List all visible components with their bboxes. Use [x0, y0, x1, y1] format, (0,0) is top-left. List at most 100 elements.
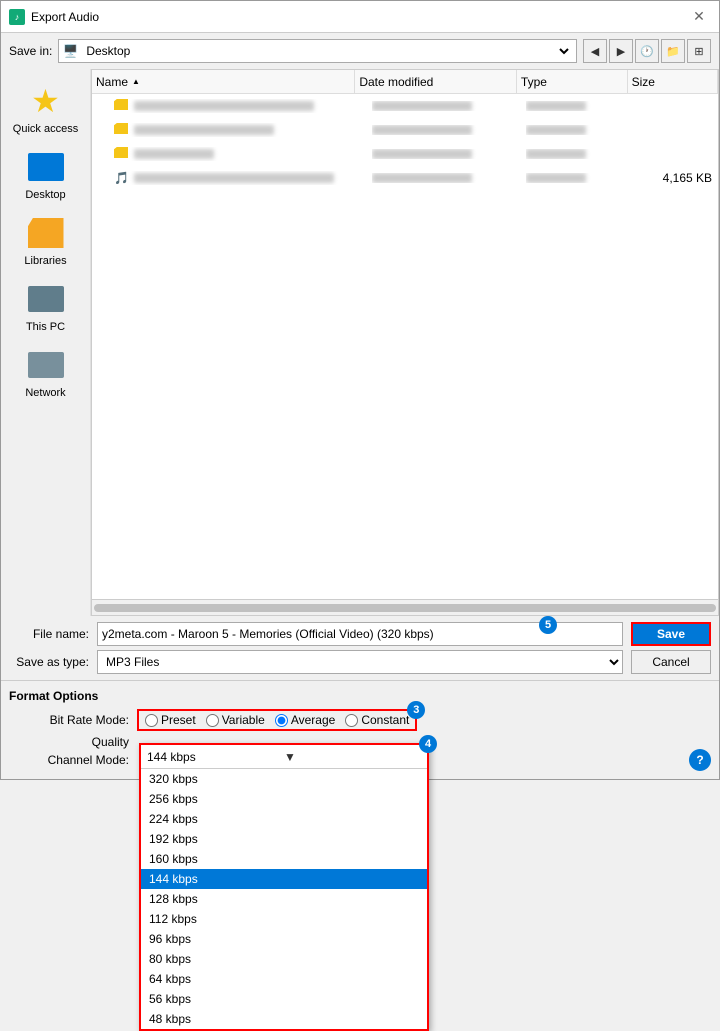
col-name[interactable]: Name ▲ — [92, 70, 355, 93]
file-size-cell: 4,165 KB — [630, 171, 716, 185]
quality-label: Quality — [9, 735, 129, 749]
sidebar-item-this-pc[interactable]: This PC — [6, 275, 86, 337]
cancel-button[interactable]: Cancel — [631, 650, 711, 674]
list-item[interactable]: 64 kbps — [141, 969, 427, 989]
nav-forward-button[interactable]: ▶ — [609, 39, 633, 63]
network-icon — [26, 345, 66, 385]
horizontal-scrollbar[interactable] — [92, 599, 718, 615]
sidebar-label-libraries: Libraries — [24, 255, 66, 267]
save-as-type-select[interactable]: MP3 Files WAV Files OGG Files — [97, 650, 623, 674]
quality-dropdown[interactable]: 4 144 kbps ▼ 320 kbps 256 kbps 224 kbps … — [139, 743, 429, 1031]
save-button[interactable]: Save — [631, 622, 711, 646]
file-name-area: File name: 5 Save Save as type: MP3 File… — [1, 616, 719, 680]
nav-up-button[interactable]: 📁 — [661, 39, 685, 63]
filename-row: File name: 5 Save — [9, 622, 711, 646]
list-item[interactable]: 80 kbps — [141, 949, 427, 969]
radio-preset[interactable]: Preset — [145, 713, 196, 727]
file-date-cell — [372, 149, 527, 159]
table-row[interactable]: 🎵 4,165 KB — [92, 166, 718, 190]
col-date[interactable]: Date modified — [355, 70, 517, 93]
close-button[interactable]: ✕ — [687, 5, 711, 29]
list-item[interactable]: 320 kbps — [141, 769, 427, 789]
file-list-area: Name ▲ Date modified Type Size — [91, 69, 719, 616]
sidebar-label-desktop: Desktop — [25, 189, 65, 201]
sidebar-label-this-pc: This PC — [26, 321, 65, 333]
desktop-icon — [26, 147, 66, 187]
dropdown-list: 320 kbps 256 kbps 224 kbps 192 kbps 160 … — [141, 769, 427, 1029]
save-in-dropdown[interactable]: 🖥️ Desktop Documents Music Downloads — [58, 39, 577, 63]
main-area: ★ Quick access Desktop Libraries — [1, 69, 719, 616]
table-row[interactable] — [92, 142, 718, 166]
list-item[interactable]: 48 kbps — [141, 1009, 427, 1029]
file-type-cell — [526, 149, 629, 159]
bit-rate-mode-row: Bit Rate Mode: 3 Preset Variable Average… — [9, 709, 711, 731]
average-radio[interactable] — [275, 714, 288, 727]
bit-rate-mode-label: Bit Rate Mode: — [9, 713, 129, 727]
dropdown-selected-value: 144 kbps — [147, 750, 284, 764]
list-item[interactable]: 96 kbps — [141, 929, 427, 949]
file-date-cell — [372, 125, 527, 135]
file-name-cell: 🎵 — [94, 171, 372, 185]
save-as-type-label: Save as type: — [9, 655, 89, 669]
table-row[interactable] — [92, 118, 718, 142]
nav-recent-button[interactable]: 🕐 — [635, 39, 659, 63]
format-options-section: Format Options Bit Rate Mode: 3 Preset V… — [1, 680, 719, 779]
table-row[interactable] — [92, 94, 718, 118]
list-item[interactable]: 112 kbps — [141, 909, 427, 929]
sidebar: ★ Quick access Desktop Libraries — [1, 69, 91, 616]
save-in-bar: Save in: 🖥️ Desktop Documents Music Down… — [1, 33, 719, 69]
list-item[interactable]: 256 kbps — [141, 789, 427, 809]
quick-access-icon: ★ — [26, 81, 66, 121]
this-pc-icon — [26, 279, 66, 319]
help-button[interactable]: ? — [689, 749, 711, 771]
sidebar-item-desktop[interactable]: Desktop — [6, 143, 86, 205]
sidebar-label-network: Network — [25, 387, 65, 399]
file-type-cell — [526, 125, 629, 135]
radio-variable[interactable]: Variable — [206, 713, 265, 727]
file-name-cell — [94, 147, 372, 161]
export-audio-dialog: ♪ Export Audio ✕ Save in: 🖥️ Desktop Doc… — [0, 0, 720, 780]
libraries-icon — [26, 213, 66, 253]
file-type-cell — [526, 173, 629, 183]
file-date-cell — [372, 173, 527, 183]
bit-rate-mode-group: 3 Preset Variable Average Constant — [137, 709, 417, 731]
file-name-cell — [94, 99, 372, 113]
sidebar-item-network[interactable]: Network — [6, 341, 86, 403]
constant-radio[interactable] — [345, 714, 358, 727]
variable-radio[interactable] — [206, 714, 219, 727]
col-type[interactable]: Type — [517, 70, 628, 93]
radio-average[interactable]: Average — [275, 713, 335, 727]
dialog-title: Export Audio — [31, 10, 99, 24]
dropdown-arrow-icon: ▼ — [284, 750, 421, 764]
badge-5: 5 — [539, 616, 557, 634]
badge-4: 4 — [419, 735, 437, 753]
nav-buttons: ◀ ▶ 🕐 📁 ⊞ — [583, 39, 711, 63]
list-item[interactable]: 192 kbps — [141, 829, 427, 849]
title-bar: ♪ Export Audio ✕ — [1, 1, 719, 33]
sort-arrow: ▲ — [132, 77, 140, 86]
save-in-icon: 🖥️ — [63, 44, 78, 58]
preset-radio[interactable] — [145, 714, 158, 727]
list-item[interactable]: 128 kbps — [141, 889, 427, 909]
radio-constant[interactable]: Constant — [345, 713, 409, 727]
dropdown-header: 144 kbps ▼ — [141, 745, 427, 769]
list-item[interactable]: 160 kbps — [141, 849, 427, 869]
save-in-select[interactable]: Desktop Documents Music Downloads — [82, 43, 572, 59]
file-list-header: Name ▲ Date modified Type Size — [92, 70, 718, 94]
list-item[interactable]: 224 kbps — [141, 809, 427, 829]
dialog-icon: ♪ — [9, 9, 25, 25]
saveastype-row: Save as type: MP3 Files WAV Files OGG Fi… — [9, 650, 711, 674]
nav-views-button[interactable]: ⊞ — [687, 39, 711, 63]
scrollbar-thumb — [94, 604, 716, 612]
channel-mode-label: Channel Mode: — [9, 753, 129, 767]
title-bar-left: ♪ Export Audio — [9, 9, 99, 25]
col-size[interactable]: Size — [628, 70, 718, 93]
list-item[interactable]: 56 kbps — [141, 989, 427, 1009]
sidebar-item-libraries[interactable]: Libraries — [6, 209, 86, 271]
file-name-label: File name: — [9, 627, 89, 641]
save-in-label: Save in: — [9, 44, 52, 58]
sidebar-item-quick-access[interactable]: ★ Quick access — [6, 77, 86, 139]
file-name-cell — [94, 123, 372, 137]
list-item-selected[interactable]: 144 kbps — [141, 869, 427, 889]
nav-back-button[interactable]: ◀ — [583, 39, 607, 63]
